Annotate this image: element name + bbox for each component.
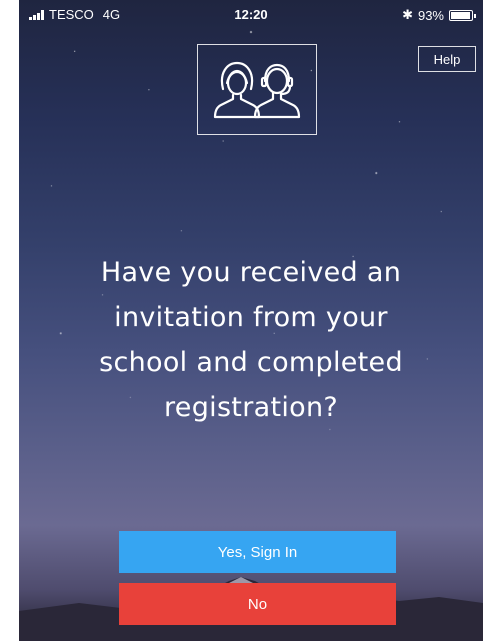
question-line: school and completed <box>99 347 403 378</box>
question-line: Have you received an <box>100 257 402 288</box>
status-right: ✱ 93% <box>402 7 476 23</box>
bluetooth-icon: ✱ <box>402 7 413 22</box>
no-button[interactable]: No <box>119 583 396 625</box>
battery-percent: 93% <box>417 7 444 23</box>
app-logo <box>197 44 317 135</box>
two-people-icon <box>213 61 301 118</box>
question-line: invitation from your <box>114 302 388 333</box>
help-button[interactable]: Help <box>418 46 476 72</box>
app-screen: TESCO 4G 12:20 ✱ 93% Help Have you recei… <box>19 0 483 641</box>
question-line: registration? <box>163 392 338 423</box>
battery-fill <box>451 11 470 19</box>
battery-icon <box>449 9 476 21</box>
status-bar: TESCO 4G 12:20 ✱ 93% <box>19 0 483 28</box>
yes-sign-in-button[interactable]: Yes, Sign In <box>119 531 396 573</box>
registration-question: Have you received an invitation from you… <box>71 250 431 430</box>
